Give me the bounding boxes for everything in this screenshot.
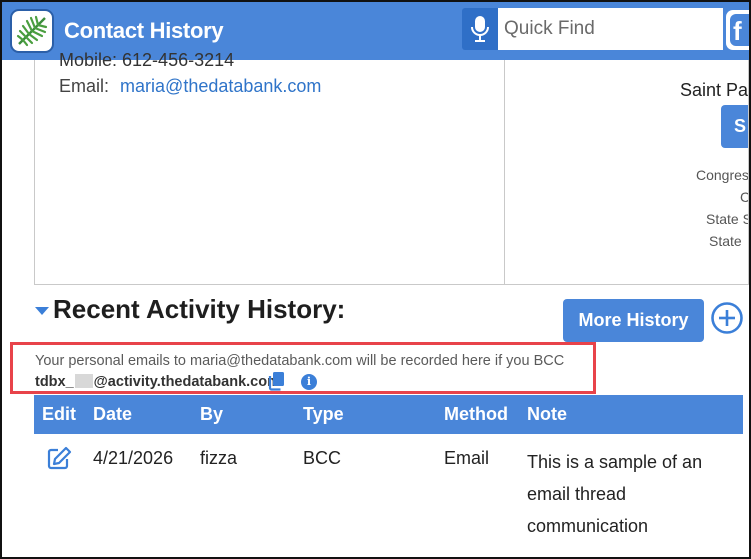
copy-icon[interactable] — [268, 371, 286, 391]
district-label: C — [740, 189, 748, 205]
bcc-address-prefix: tdbx_ — [35, 374, 74, 390]
row-method: Email — [444, 448, 490, 468]
row-note: This is a sample of an email thread comm… — [527, 452, 703, 536]
mobile-row: Mobile: 612-456-3214 — [59, 50, 235, 70]
microphone-icon — [471, 16, 489, 42]
column-header-edit: Edit — [42, 404, 76, 424]
map-button[interactable]: S — [721, 105, 748, 148]
bcc-notice: Your personal emails to maria@thedataban… — [10, 342, 596, 394]
address-panel: Saint Pa S Congres C State S State — [505, 60, 749, 285]
city-text: Saint Pa — [680, 80, 749, 100]
row-date: 4/21/2026 — [93, 448, 174, 468]
app-logo[interactable] — [10, 9, 54, 53]
column-header-type: Type — [303, 404, 344, 424]
district-label: State S — [706, 211, 749, 227]
row-type: BCC — [303, 448, 342, 468]
facebook-icon[interactable]: f — [726, 10, 751, 50]
bcc-address-suffix: @activity.thedatabank.com. — [93, 374, 285, 390]
email-row: Email: maria@thedatabank.com — [59, 76, 321, 97]
masked-segment — [74, 374, 93, 388]
column-header-note: Note — [527, 404, 567, 424]
email-label: Email: — [59, 76, 110, 96]
more-history-button[interactable]: More History — [563, 299, 704, 342]
column-header-method: Method — [444, 404, 508, 424]
column-header-date: Date — [93, 404, 133, 424]
bcc-notice-text: Your personal emails to maria@thedataban… — [35, 353, 565, 369]
info-icon[interactable]: i — [301, 374, 317, 390]
contact-details-panel: Mobile: 612-456-3214 Email: maria@thedat… — [34, 50, 505, 285]
fern-logo-icon — [16, 15, 48, 47]
district-label: Congres — [696, 167, 749, 183]
edit-icon[interactable] — [47, 446, 73, 470]
bcc-address: tdbx_ @activity.thedatabank.com. — [35, 374, 284, 390]
plus-circle-icon[interactable] — [710, 301, 744, 335]
activity-table-header: Edit Date By Type Method Note — [34, 395, 743, 434]
quick-find-input[interactable] — [498, 8, 723, 50]
email-link[interactable]: maria@thedatabank.com — [120, 76, 321, 96]
recent-activity-title: Recent Activity History: — [53, 294, 346, 324]
facebook-glyph: f — [730, 14, 751, 46]
page-title: Contact History — [64, 18, 224, 43]
voice-search-button[interactable] — [462, 8, 498, 50]
row-by: fizza — [200, 448, 238, 468]
column-header-by: By — [200, 404, 224, 424]
caret-down-icon[interactable] — [35, 307, 49, 315]
district-label: State — [709, 233, 742, 249]
